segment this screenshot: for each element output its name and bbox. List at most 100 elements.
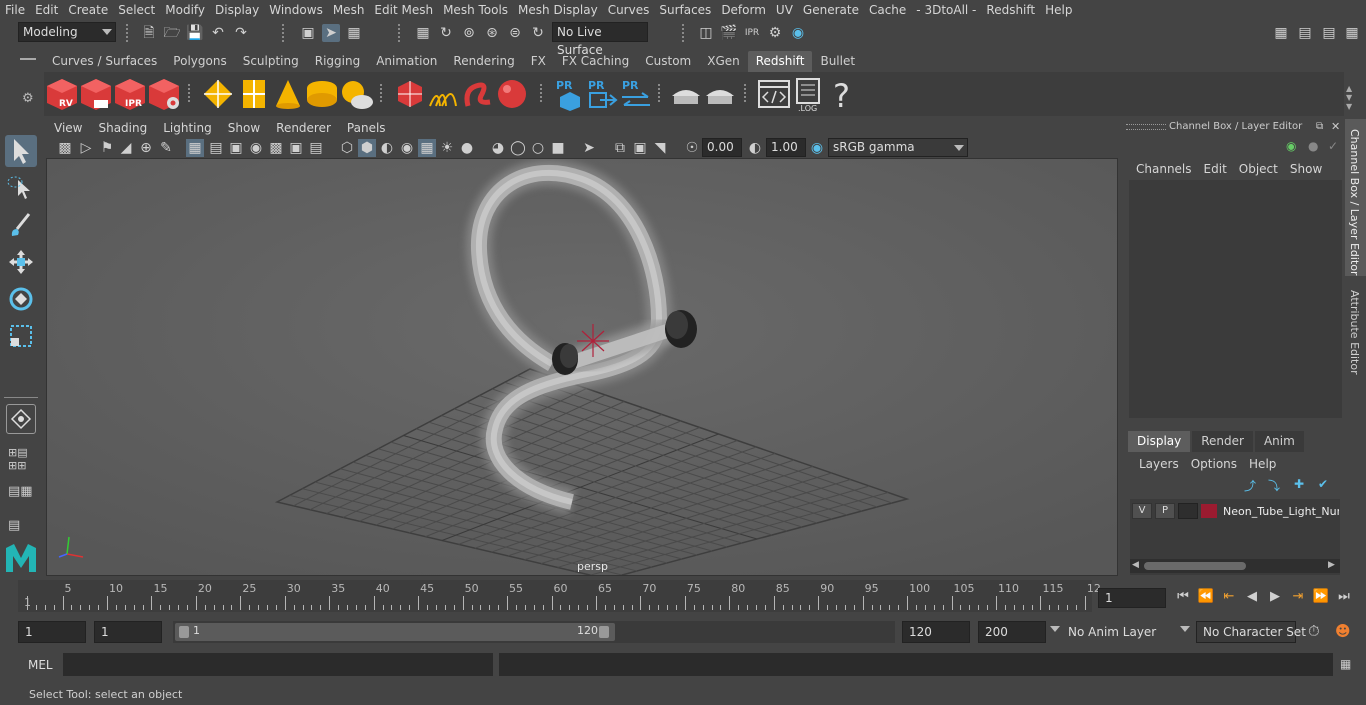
select-by-component-icon[interactable]: ▦	[345, 24, 363, 42]
render-frame-icon[interactable]: 🎬	[720, 24, 738, 42]
safe-title-icon[interactable]: ▤	[307, 139, 325, 157]
pr-create-icon[interactable]: PR	[552, 76, 588, 112]
move-layer-up-icon[interactable]: ⤴	[1244, 477, 1256, 494]
shelf-tab-rigging[interactable]: Rigging	[307, 51, 368, 72]
snap-grid-icon[interactable]: ▦	[414, 24, 432, 42]
snap-curve-icon[interactable]: ↻	[437, 24, 455, 42]
script-editor-icon[interactable]	[756, 76, 792, 112]
auto-key-icon[interactable]: ⏱	[1308, 622, 1320, 640]
gamma-icon[interactable]: ◐	[746, 139, 764, 157]
camera-attributes-icon[interactable]: ▷	[77, 139, 95, 157]
command-input[interactable]	[63, 653, 493, 676]
shelf-settings-icon[interactable]: ⚙	[22, 91, 34, 106]
redshift-proxy-icon[interactable]	[200, 76, 236, 112]
menu-windows[interactable]: Windows	[264, 0, 328, 20]
snap-point-icon[interactable]: ⊚	[460, 24, 478, 42]
safe-action-icon[interactable]: ▣	[287, 139, 305, 157]
animation-start-field[interactable]: 1	[18, 621, 86, 643]
attribute-editor-toggle-icon[interactable]: ▤	[1296, 24, 1314, 42]
make-live-icon[interactable]: ↻	[529, 24, 547, 42]
color-management-icon[interactable]: ◉	[808, 139, 826, 157]
shelf-tab-bullet[interactable]: Bullet	[812, 51, 863, 72]
move-layer-down-icon[interactable]: ⤵	[1268, 477, 1280, 494]
select-tool[interactable]	[5, 135, 37, 167]
color-space-dropdown[interactable]: sRGB gamma	[828, 138, 968, 157]
menu-create[interactable]: Create	[63, 0, 113, 20]
menu-file[interactable]: File	[0, 0, 30, 20]
redo-icon[interactable]: ↷	[232, 24, 250, 42]
float-panel-icon[interactable]: ⧉	[1316, 121, 1323, 132]
image-plane-icon[interactable]: ◢	[117, 139, 135, 157]
ipr-render-icon[interactable]: IPR	[743, 24, 761, 42]
shelf-tab-fx-caching[interactable]: FX Caching	[554, 51, 637, 72]
redshift-hair-icon[interactable]	[426, 76, 462, 112]
layout-outliner-icon[interactable]: ▤	[8, 518, 20, 533]
2d-pan-zoom-icon[interactable]: ⊕	[137, 139, 155, 157]
menu-curves[interactable]: Curves	[603, 0, 655, 20]
step-back-key-icon[interactable]: ⇤	[1220, 589, 1238, 605]
animation-end-field[interactable]: 200	[978, 621, 1046, 643]
log-file-icon[interactable]: .LOG	[790, 76, 826, 112]
script-editor-icon[interactable]: ▦	[1340, 657, 1351, 671]
layer-visibility-toggle[interactable]: V	[1132, 503, 1152, 519]
time-slider[interactable]: 5 10 15 20 25 30 35 40 45 50 55 60 65 70 75 80 85 90 95 100…	[18, 580, 1101, 612]
range-slider[interactable]: 1 120	[173, 621, 895, 643]
viewport-menu-lighting[interactable]: Lighting	[155, 119, 220, 138]
channel-box-list[interactable]	[1129, 180, 1342, 418]
backface-culling-icon[interactable]: ◥	[651, 139, 669, 157]
new-layer-selected-icon[interactable]: ✔	[1318, 477, 1328, 491]
camera-select-icon[interactable]: ▩	[56, 139, 74, 157]
tool-settings-toggle-icon[interactable]: ▤	[1320, 24, 1338, 42]
viewport-menu-shading[interactable]: Shading	[90, 119, 155, 138]
modeling-toolkit-icon[interactable]: ▦	[1272, 24, 1290, 42]
menu-generate[interactable]: Generate	[798, 0, 864, 20]
menu-mesh-tools[interactable]: Mesh Tools	[438, 0, 513, 20]
menu-help[interactable]: Help	[1040, 0, 1077, 20]
snap-view-plane-icon[interactable]: ⊛	[483, 24, 501, 42]
redshift-spot-light-icon[interactable]	[270, 76, 306, 112]
rotate-tool[interactable]	[5, 283, 37, 315]
resolution-gate-icon[interactable]: ▣	[227, 139, 245, 157]
xray-active-icon[interactable]: ▣	[631, 139, 649, 157]
layer-name[interactable]: Neon_Tube_Light_Nur	[1223, 505, 1339, 518]
move-tool[interactable]	[5, 246, 37, 278]
layer-color-swatch[interactable]	[1201, 504, 1217, 518]
command-language-label[interactable]: MEL	[28, 658, 53, 672]
undo-icon[interactable]: ↶	[209, 24, 227, 42]
anti-aliasing-icon[interactable]: ◯	[509, 139, 527, 157]
menu-display[interactable]: Display	[210, 0, 264, 20]
select-by-object-icon[interactable]: ➤	[322, 24, 340, 42]
pr-swap-icon[interactable]: PR	[618, 76, 654, 112]
lasso-tool[interactable]	[5, 172, 37, 204]
menu-mesh[interactable]: Mesh	[328, 0, 370, 20]
shelf-tab-custom[interactable]: Custom	[637, 51, 699, 72]
snap-live-icon[interactable]: ⊜	[506, 24, 524, 42]
channel-box-sync-icon[interactable]: ●	[1308, 139, 1318, 153]
viewport-persp[interactable]: persp	[46, 158, 1118, 576]
wireframe-icon[interactable]: ⬡	[338, 139, 356, 157]
mode-dropdown[interactable]: Modeling	[18, 22, 116, 42]
xray-joints-icon[interactable]: ⧉	[611, 139, 629, 157]
motion-blur-icon[interactable]: ◕	[489, 139, 507, 157]
textured-icon[interactable]: ◉	[398, 139, 416, 157]
scroll-left-icon[interactable]: ◀	[1132, 560, 1139, 570]
live-surface-field[interactable]: No Live Surface	[552, 22, 648, 57]
channel-menu-channels[interactable]: Channels	[1130, 160, 1198, 178]
exposure-icon[interactable]: ☉	[683, 139, 701, 157]
menu-edit-mesh[interactable]: Edit Mesh	[369, 0, 438, 20]
side-tab-channel-box[interactable]: Channel Box / Layer Editor	[1348, 129, 1361, 276]
viewport-menu-renderer[interactable]: Renderer	[268, 119, 339, 138]
character-set-field[interactable]: No Character Set	[1196, 621, 1306, 643]
menu-deform[interactable]: Deform	[716, 0, 771, 20]
menu-select[interactable]: Select	[113, 0, 160, 20]
chevron-down-icon[interactable]	[1050, 626, 1060, 632]
shelf-tab-sculpting[interactable]: Sculpting	[235, 51, 307, 72]
layer-row[interactable]: V P Neon_Tube_Light_Nur	[1132, 502, 1340, 520]
viewport-menu-panels[interactable]: Panels	[339, 119, 394, 138]
redshift-area-light-icon[interactable]	[304, 76, 340, 112]
render-view-icon[interactable]: ◫	[697, 24, 715, 42]
menu-3dtoall[interactable]: - 3DtoAll -	[911, 0, 981, 20]
redshift-ipr-icon[interactable]: IPR	[112, 76, 148, 112]
grease-pencil-icon[interactable]: ✎	[157, 139, 175, 157]
anim-layer-label[interactable]: No Anim Layer	[1068, 625, 1156, 639]
